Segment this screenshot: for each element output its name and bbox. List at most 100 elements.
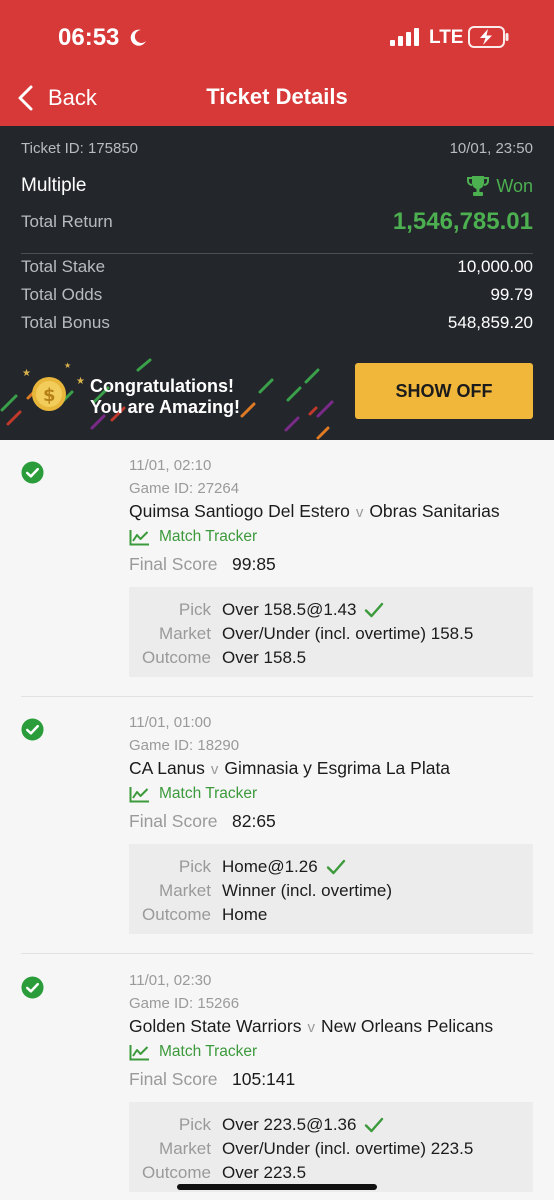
final-score-value: 105:141 <box>232 1069 296 1089</box>
congrats-line-1: Congratulations! <box>90 376 234 396</box>
signal-icon <box>390 28 419 46</box>
outcome-value: Home <box>222 905 268 924</box>
home-team: Golden State Warriors <box>129 1016 302 1036</box>
game-id: Game ID: 15266 <box>129 995 240 1012</box>
game-id: Game ID: 18290 <box>129 737 240 754</box>
moon-icon <box>130 29 146 46</box>
home-team: Quimsa Santiogo Del Estero <box>129 501 350 521</box>
svg-text:★: ★ <box>22 368 31 379</box>
check-circle-icon <box>21 461 44 484</box>
match-tracker-link[interactable]: Match Tracker <box>129 528 257 546</box>
svg-text:$: $ <box>43 385 56 406</box>
match-tracker-label: Match Tracker <box>159 528 258 545</box>
ticket-summary: Ticket ID: 175850 10/01, 23:50 Multiple … <box>0 126 554 440</box>
congrats-line-2: You are Amazing! <box>90 397 241 417</box>
market-value: Over/Under (incl. overtime) 223.5 <box>222 1139 474 1158</box>
line-chart-icon <box>129 1044 149 1060</box>
check-icon <box>365 602 384 618</box>
svg-text:★: ★ <box>76 376 85 387</box>
svg-text:★: ★ <box>64 361 71 370</box>
game-id: Game ID: 27264 <box>129 480 240 497</box>
pick-label: Pick <box>178 600 211 619</box>
pick-label: Pick <box>178 857 211 876</box>
pick-details: Pick Over 223.5@1.36 Market Over/Under (… <box>129 1102 533 1192</box>
outcome-value: Over 158.5 <box>222 648 307 667</box>
versus-label: v <box>307 1019 315 1036</box>
network-type: LTE <box>429 27 464 48</box>
market-label: Market <box>159 881 211 900</box>
line-chart-icon <box>129 786 149 802</box>
pick-text: Over 158.5@1.43 <box>222 600 357 619</box>
line-chart-icon <box>129 529 149 545</box>
market-value: Over/Under (incl. overtime) 158.5 <box>222 624 474 643</box>
final-score-value: 99:85 <box>232 554 276 574</box>
total-bonus-value: 548,859.20 <box>447 313 533 332</box>
pick-value: Over 223.5@1.36 <box>222 1115 384 1135</box>
outcome-value: Over 223.5 <box>222 1163 307 1182</box>
clock: 06:53 <box>58 24 120 51</box>
selection-item: 11/01, 01:00 Game ID: 18290 CA Lanus v Gim… <box>0 697 554 954</box>
away-team: Obras Sanitarias <box>369 501 500 521</box>
status-badge: Won <box>466 175 533 197</box>
battery-charging-icon <box>468 26 509 48</box>
divider <box>21 253 533 254</box>
outcome-label: Outcome <box>142 1163 211 1182</box>
outcome-label: Outcome <box>142 905 211 924</box>
ticket-date: 10/01, 23:50 <box>449 140 533 157</box>
page-title: Ticket Details <box>206 84 348 109</box>
away-team: Gimnasia y Esgrima La Plata <box>224 758 451 778</box>
pick-text: Home@1.26 <box>222 857 318 876</box>
total-return-label: Total Return <box>21 212 113 231</box>
pick-details: Pick Over 158.5@1.43 Market Over/Under (… <box>129 587 533 677</box>
versus-label: v <box>355 504 364 521</box>
away-team: New Orleans Pelicans <box>320 1016 494 1036</box>
home-team: CA Lanus <box>129 758 205 778</box>
trophy-icon <box>467 176 490 196</box>
total-bonus-label: Total Bonus <box>21 313 110 332</box>
ticket-id: Ticket ID: 175850 <box>21 140 139 157</box>
market-label: Market <box>159 624 211 643</box>
match-teams: CA Lanus v Gimnasia y Esgrima La Plata <box>129 758 450 779</box>
final-score-label: Final Score <box>129 554 218 574</box>
market-label: Market <box>159 1139 211 1158</box>
total-return-value: 1,546,785.01 <box>392 208 533 235</box>
home-indicator <box>177 1184 377 1190</box>
pick-label: Pick <box>178 1115 211 1134</box>
match-teams: Quimsa Santiogo Del Estero v Obras Sanitar… <box>129 501 500 522</box>
pick-value: Home@1.26 <box>222 857 346 877</box>
divider <box>21 953 533 954</box>
versus-label: v <box>210 761 219 778</box>
match-datetime: 11/01, 02:10 <box>129 457 212 474</box>
check-circle-icon <box>21 718 44 741</box>
match-tracker-link[interactable]: Match Tracker <box>129 785 257 803</box>
match-datetime: 11/01, 01:00 <box>129 714 212 731</box>
match-tracker-label: Match Tracker <box>159 1043 258 1060</box>
final-score-value: 82:65 <box>232 811 276 831</box>
outcome-label: Outcome <box>142 648 211 667</box>
check-circle-icon <box>21 976 44 999</box>
check-icon <box>326 859 345 875</box>
nav-bar: Back Ticket Details <box>0 80 554 116</box>
pick-details: Pick Home@1.26 Market Winner (incl. over… <box>129 844 533 934</box>
final-score-label: Final Score <box>129 1069 218 1089</box>
match-tracker-link[interactable]: Match Tracker <box>129 1043 257 1061</box>
bet-type: Multiple <box>21 175 87 196</box>
total-odds-label: Total Odds <box>21 285 103 304</box>
market-value: Winner (incl. overtime) <box>222 881 393 900</box>
show-off-button[interactable]: SHOW OFF <box>355 363 533 419</box>
status-bar: 06:53 LTE <box>0 22 554 54</box>
pick-text: Over 223.5@1.36 <box>222 1115 357 1134</box>
match-teams: Golden State Warriors v New Orleans Pelica… <box>129 1016 493 1037</box>
status-label: Won <box>496 175 533 196</box>
match-datetime: 11/01, 02:30 <box>129 972 212 989</box>
congrats-message: Congratulations! You are Amazing! <box>90 376 240 418</box>
selection-item: 11/01, 02:10 Game ID: 27264 Quimsa Santi… <box>0 440 554 697</box>
total-stake-label: Total Stake <box>21 257 106 276</box>
final-score-label: Final Score <box>129 811 218 831</box>
top-bar: 06:53 LTE Back Ticket Details <box>0 0 554 126</box>
match-tracker-label: Match Tracker <box>159 785 258 802</box>
total-odds-value: 99.79 <box>490 285 533 304</box>
total-stake-value: 10,000.00 <box>457 257 533 276</box>
pick-value: Over 158.5@1.43 <box>222 600 384 620</box>
selection-item: 11/01, 02:30 Game ID: 15266 Golden State… <box>0 955 554 1200</box>
